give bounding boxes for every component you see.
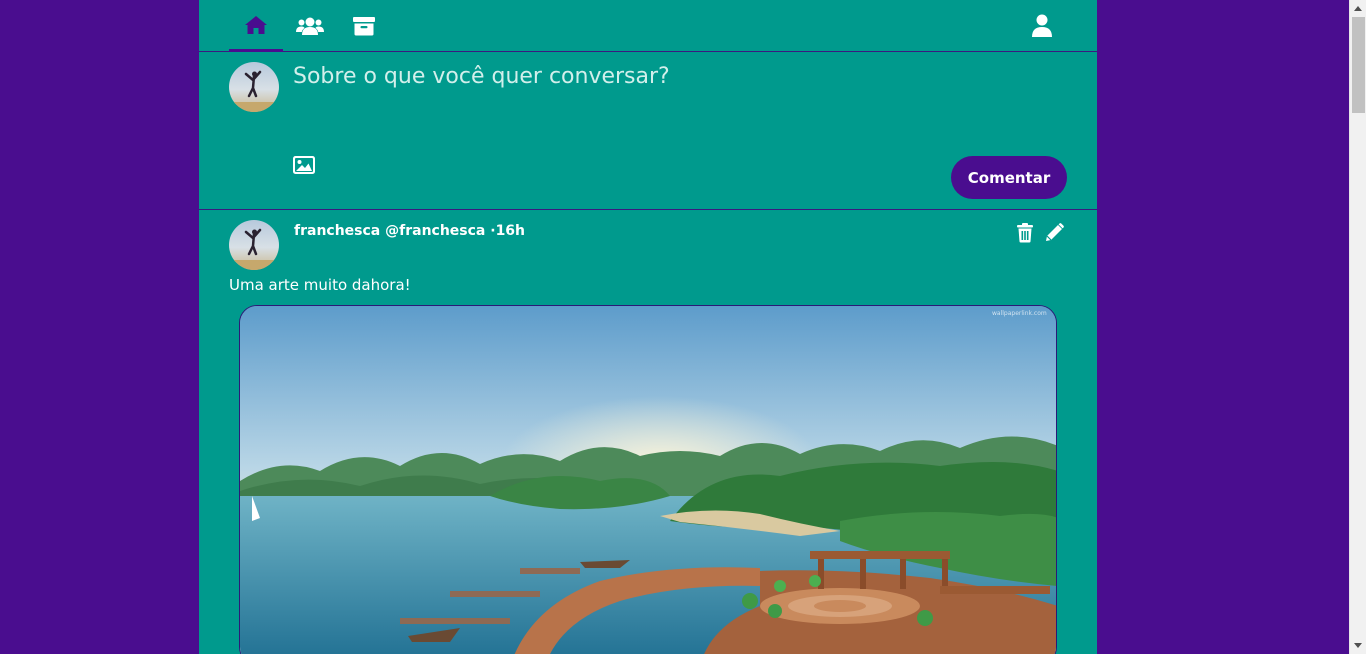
avatar	[229, 62, 279, 112]
user-icon	[1032, 14, 1052, 37]
post-author-name: franchesca	[294, 223, 381, 239]
nav-groups[interactable]	[283, 0, 337, 52]
avatar-figure	[229, 228, 279, 270]
scroll-up-arrow[interactable]	[1354, 6, 1362, 11]
comment-button[interactable]: Comentar	[951, 156, 1067, 199]
nav-archive[interactable]	[337, 0, 391, 52]
image-upload-button[interactable]	[293, 156, 315, 174]
post-text: Uma arte muito dahora!	[229, 276, 411, 294]
landscape-image: wallpaperlink.com	[240, 306, 1056, 654]
trash-icon	[1017, 223, 1033, 243]
composer-input[interactable]	[293, 64, 1053, 134]
image-icon	[293, 156, 315, 174]
post-time: ·16h	[490, 223, 526, 239]
nav-profile[interactable]	[1015, 0, 1069, 52]
feed-panel: Comentar franchesca @franchesca ·16h	[199, 0, 1097, 654]
page-scrollbar[interactable]	[1349, 0, 1366, 654]
delete-post-button[interactable]	[1016, 223, 1036, 243]
archive-icon	[353, 17, 375, 36]
post-avatar	[229, 220, 279, 270]
post-image: wallpaperlink.com	[239, 305, 1057, 654]
edit-post-button[interactable]	[1045, 223, 1065, 243]
post-composer: Comentar	[199, 52, 1097, 210]
scrollbar-thumb[interactable]	[1352, 17, 1365, 113]
image-watermark: wallpaperlink.com	[992, 310, 1047, 317]
top-navbar	[199, 0, 1097, 52]
post-card: franchesca @franchesca ·16h Uma arte mui…	[199, 211, 1097, 654]
post-header: franchesca @franchesca ·16h	[294, 223, 525, 239]
nav-home[interactable]	[229, 0, 283, 52]
avatar-figure	[229, 70, 279, 112]
users-icon	[296, 17, 324, 35]
pencil-icon	[1046, 223, 1064, 241]
post-author-handle: @franchesca	[385, 223, 486, 239]
home-icon	[245, 15, 267, 34]
scroll-down-arrow[interactable]	[1354, 643, 1362, 648]
